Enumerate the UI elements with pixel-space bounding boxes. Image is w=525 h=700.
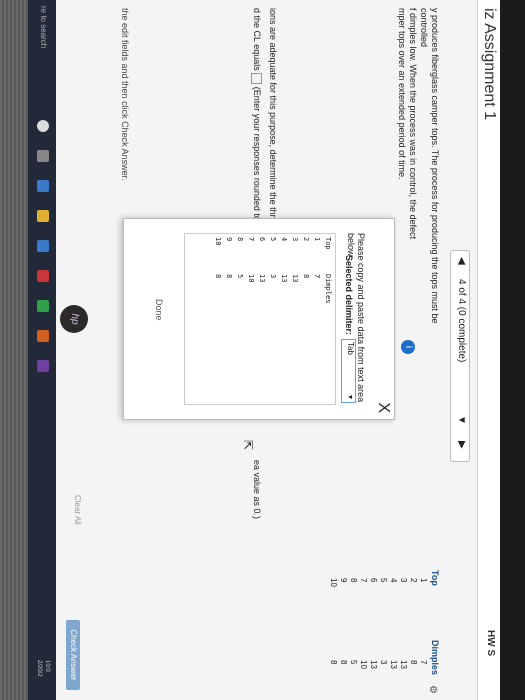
text-area-cell: 5 [236,274,244,279]
text-area-cell: 4 [280,237,288,242]
cl-label: d the CL [252,8,262,42]
system-clock: 10:0 2/20/2 [35,660,51,677]
question-dropdown-icon[interactable]: ▼ [456,415,467,425]
screen: iz Assignment 1 HW S ◀ 4 of 4 (0 complet… [28,0,500,700]
table-cell: 7 [419,660,428,665]
text-area-cell: 7 [313,274,321,279]
table-cell: 8 [409,660,418,665]
clear-all-button[interactable]: Clear All [68,495,82,545]
page-title: iz Assignment 1 [481,8,498,121]
text-area-cell: 8 [236,237,244,242]
text-area-cell: 1 [313,237,321,242]
cl-answer-input[interactable] [250,73,262,85]
store-icon[interactable] [37,240,49,252]
assignment-page: iz Assignment 1 HW S ◀ 4 of 4 (0 complet… [28,0,500,700]
problem-line: y produces fiberglass camper tops. The p… [419,8,440,324]
text-area-cell: 8 [214,274,222,279]
question-progress: 4 of 4 (0 complete) [456,279,467,363]
screen-bezel-right [500,0,525,700]
text-area-header: Dimples [324,274,332,304]
table-cell: 9 [339,578,348,583]
text-area-cell: 5 [269,237,277,242]
text-area-cell: 3 [269,274,277,279]
hw-score-label: HW S [485,630,496,657]
lcl-note: ea value as 0.) [252,460,262,520]
text-area-cell: 8 [225,274,233,279]
question-navigator[interactable]: ◀ 4 of 4 (0 complete) ▼ ▶ [450,250,470,462]
app-icon[interactable] [37,300,49,312]
text-area-cell: 3 [291,237,299,242]
clock-time: 10:0 [44,660,50,672]
mouse-cursor-icon: ⇱ [241,440,255,451]
table-cell: 13 [389,660,398,669]
delimiter-label: Selected delimiter: [344,255,354,336]
check-answer-button[interactable]: Check Answer [66,620,80,690]
table-cell: 13 [399,660,408,669]
text-area-cell: 13 [291,274,299,283]
enter-instruction: the edit fields and then click Check Ans… [120,8,130,181]
table-cell: 8 [349,578,358,583]
text-area-cell: 13 [258,274,266,283]
file-explorer-icon[interactable] [37,210,49,222]
onenote-icon[interactable] [37,360,49,372]
table-cell: 4 [389,578,398,583]
table-cell: 3 [399,578,408,583]
screen-bezel-left [0,0,28,700]
task-view-icon[interactable] [37,150,49,162]
equals-label: equals [252,44,262,71]
hp-logo: hp [60,305,88,333]
text-area-cell: 13 [280,274,288,283]
table-header-dimples: Dimples [430,640,440,676]
table-cell: 5 [379,578,388,583]
table-cell: 2 [409,578,418,583]
problem-line: f dimples low. When the process was in c… [408,8,418,240]
data-text-area[interactable]: Top Dimples 1 7 2 8 3 13 4 13 5 3 6 13 7… [184,233,336,405]
taskbar: re to search 10:0 2/20/2 [28,0,56,700]
text-area-header: Top [324,237,332,250]
edge-icon[interactable] [37,180,49,192]
table-cell: 3 [379,660,388,665]
close-icon[interactable]: X [374,402,392,413]
problem-text: y produces fiberglass camper tops. The p… [396,8,440,338]
gear-icon[interactable]: ⚙ [427,685,438,694]
delimiter-select[interactable]: Tab [341,339,356,403]
done-button[interactable]: Done [154,299,164,321]
clock-date: 2/20/2 [36,660,42,677]
table-cell: 10 [359,660,368,669]
text-area-cell: 2 [302,237,310,242]
problem-line: mper tops over an extended period of tim… [397,8,407,180]
data-copy-dialog: X Please copy and paste data from text a… [123,218,395,420]
table-cell: 1 [419,578,428,583]
text-area-cell: 9 [225,237,233,242]
table-header-top: Top [430,570,440,586]
next-question-icon[interactable]: ▶ [456,441,467,449]
prev-question-icon[interactable]: ◀ [456,257,467,265]
taskbar-search[interactable]: re to search [39,6,48,48]
text-area-cell: 6 [258,237,266,242]
info-icon[interactable]: i [401,340,415,354]
table-cell: 8 [339,660,348,665]
text-area-cell: 8 [302,274,310,279]
text-area-cell: 10 [214,237,222,246]
text-area-cell: 10 [247,274,255,283]
title-bar: iz Assignment 1 HW S [477,0,500,700]
table-cell: 7 [359,578,368,583]
table-cell: 13 [369,660,378,669]
table-cell: 10 [329,578,338,587]
cortana-icon[interactable] [37,120,49,132]
text-area-cell: 7 [247,237,255,242]
office-icon[interactable] [37,330,49,342]
table-cell: 8 [329,660,338,665]
table-cell: 6 [369,578,378,583]
cl-question: d the CL equals (Enter your responses ro… [250,8,262,245]
mail-icon[interactable] [37,270,49,282]
table-cell: 5 [349,660,358,665]
